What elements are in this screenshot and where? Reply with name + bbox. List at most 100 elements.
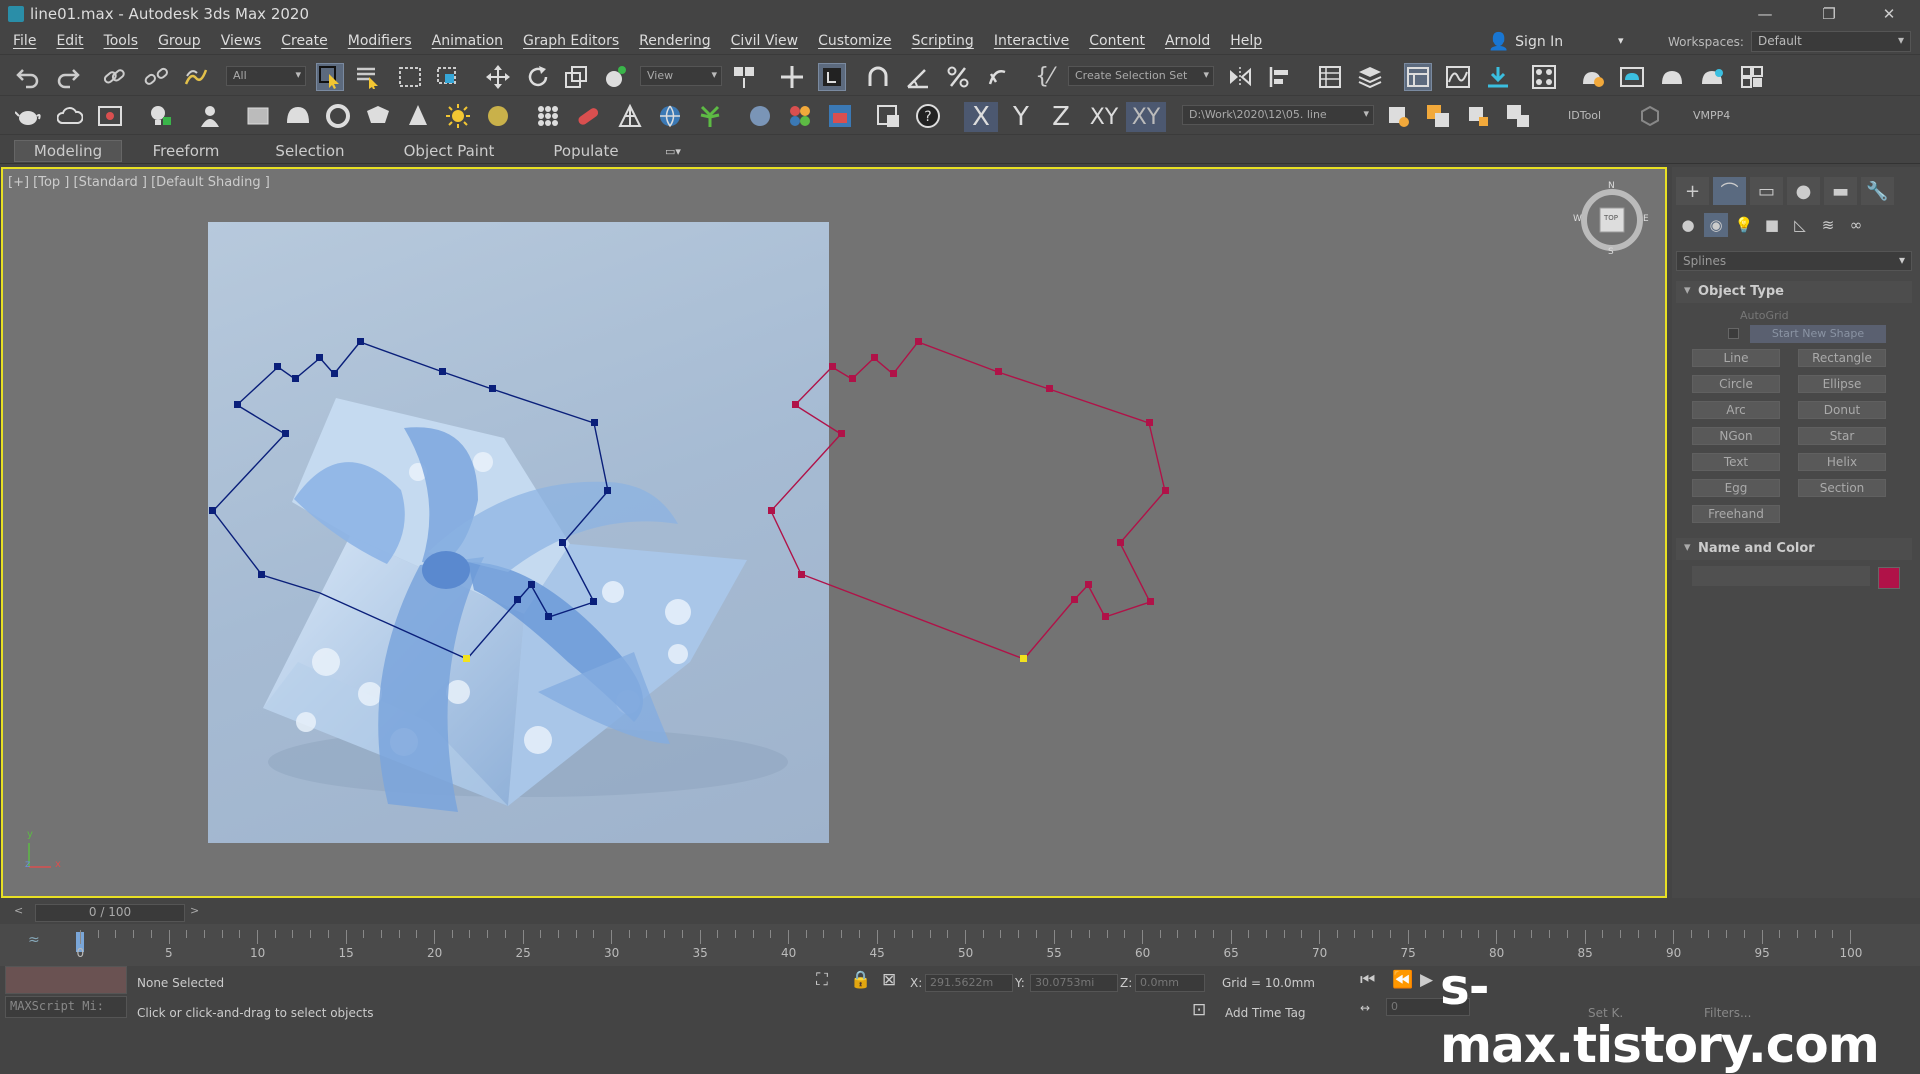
top-viewport[interactable]: [+] [Top ] [Standard ] [Default Shading … <box>1 167 1667 898</box>
axis-xy-button[interactable]: XY <box>1084 102 1124 132</box>
create-tab-icon[interactable]: + <box>1676 177 1709 205</box>
axis-xy-toggle-button[interactable]: XY <box>1126 102 1166 132</box>
absolute-mode-icon[interactable]: ⊠ <box>882 972 896 989</box>
render-setup-icon[interactable] <box>1578 63 1606 91</box>
viewcube[interactable]: TOP N S E W <box>1573 181 1649 257</box>
menu-scripting[interactable]: Scripting <box>902 33 984 49</box>
menu-modifiers[interactable]: Modifiers <box>338 33 422 49</box>
menu-edit[interactable]: Edit <box>46 33 93 49</box>
menu-views[interactable]: Views <box>211 33 272 49</box>
capsule-icon[interactable] <box>574 102 602 130</box>
curve-editor-mini-icon[interactable]: ≈ <box>28 932 40 948</box>
tab-object-paint[interactable]: Object Paint <box>390 140 508 162</box>
redo-icon[interactable] <box>54 63 82 91</box>
undo-icon[interactable] <box>14 63 42 91</box>
menu-tools[interactable]: Tools <box>94 33 149 49</box>
box-primitive-icon[interactable] <box>244 102 272 130</box>
particle-icon[interactable] <box>786 102 814 130</box>
name-and-color-rollout[interactable]: Name and Color <box>1676 538 1912 560</box>
workspaces-select[interactable]: Default <box>1751 31 1911 52</box>
array-icon[interactable] <box>534 102 562 130</box>
key-mode-icon[interactable]: ↔ <box>1360 1002 1370 1014</box>
tab-freeform[interactable]: Freeform <box>135 140 237 162</box>
x-coord-field[interactable]: 291.5622m <box>925 974 1013 992</box>
light-bulb-icon[interactable] <box>146 102 174 130</box>
shapes-category-icon[interactable]: ◉ <box>1704 213 1728 237</box>
helix-button[interactable]: Helix <box>1798 453 1886 471</box>
bind-spacewarp-icon[interactable] <box>182 63 210 91</box>
object-name-field[interactable] <box>1692 566 1870 586</box>
menu-animation[interactable]: Animation <box>422 33 513 49</box>
time-tag-icon[interactable]: ⊡ <box>1192 1002 1206 1019</box>
snap-toggle-icon[interactable] <box>864 63 892 91</box>
arc-button[interactable]: Arc <box>1692 401 1780 419</box>
modify-tab-icon[interactable]: ⌒ <box>1713 177 1746 205</box>
goto-start-icon[interactable]: ⏮ <box>1360 972 1375 989</box>
lights-category-icon[interactable]: 💡 <box>1732 213 1756 237</box>
select-by-name-icon[interactable] <box>354 63 382 91</box>
tab-populate[interactable]: Populate <box>540 140 632 162</box>
layer-explorer-icon[interactable] <box>1356 63 1384 91</box>
hedra-icon[interactable] <box>364 102 392 130</box>
menu-interactive[interactable]: Interactive <box>984 33 1079 49</box>
menu-create[interactable]: Create <box>271 33 338 49</box>
motion-tab-icon[interactable]: ● <box>1787 177 1820 205</box>
hexagon-icon[interactable] <box>1636 102 1664 130</box>
section-button[interactable]: Section <box>1798 479 1886 497</box>
line-button[interactable]: Line <box>1692 349 1780 367</box>
text-button[interactable]: Text <box>1692 453 1780 471</box>
sign-in-dropdown[interactable]: ▾ <box>1618 34 1624 47</box>
schematic-view-icon[interactable] <box>1484 63 1512 91</box>
helpers-category-icon[interactable]: ◺ <box>1788 213 1812 237</box>
teapot-icon[interactable] <box>14 102 42 130</box>
unlink-icon[interactable] <box>142 63 170 91</box>
edit-named-selection-icon[interactable]: {⁄ <box>1030 63 1058 91</box>
egg-button[interactable]: Egg <box>1692 479 1780 497</box>
object-type-rollout[interactable]: Object Type <box>1676 281 1912 303</box>
angle-snap-icon[interactable] <box>904 63 932 91</box>
axis-z-button[interactable]: Z <box>1044 102 1078 132</box>
star-button[interactable]: Star <box>1798 427 1886 445</box>
ribbon-toggle-icon[interactable] <box>1404 63 1432 91</box>
time-prev-icon[interactable]: < <box>14 904 23 917</box>
script-tool-2-icon[interactable] <box>1424 102 1452 130</box>
z-coord-field[interactable]: 0.0mm <box>1135 974 1205 992</box>
restore-button[interactable]: ❐ <box>1806 0 1852 28</box>
material-editor-icon[interactable] <box>1530 63 1558 91</box>
cloud-icon[interactable] <box>56 102 84 130</box>
ellipse-button[interactable]: Ellipse <box>1798 375 1886 393</box>
maxscript-input[interactable]: MAXScript Mi: <box>5 996 127 1018</box>
select-manipulate-icon[interactable] <box>778 63 806 91</box>
geometry-category-icon[interactable]: ● <box>1676 213 1700 237</box>
image-viewer-icon[interactable] <box>96 102 124 130</box>
percent-snap-icon[interactable] <box>944 63 972 91</box>
script-tool-1-icon[interactable] <box>1384 102 1412 130</box>
character-icon[interactable] <box>196 102 224 130</box>
spinner-snap-icon[interactable] <box>984 63 1012 91</box>
rectangular-selection-icon[interactable] <box>396 63 424 91</box>
start-new-shape-button[interactable]: Start New Shape <box>1750 325 1886 343</box>
prev-frame-icon[interactable]: ⏪ <box>1392 972 1413 989</box>
menu-file[interactable]: File <box>3 33 46 49</box>
selection-filter-dropdown[interactable]: All <box>226 66 306 86</box>
align-icon[interactable] <box>1266 63 1294 91</box>
donut-button[interactable]: Donut <box>1798 401 1886 419</box>
cameras-category-icon[interactable]: ■ <box>1760 213 1784 237</box>
start-new-shape-checkbox[interactable] <box>1728 328 1739 339</box>
menu-help[interactable]: Help <box>1220 33 1272 49</box>
pivot-center-icon[interactable] <box>730 63 758 91</box>
tab-selection[interactable]: Selection <box>260 140 360 162</box>
rotate-icon[interactable] <box>524 63 552 91</box>
vmpp-label[interactable]: VMPP4 <box>1693 109 1730 122</box>
select-object-icon[interactable] <box>316 63 344 91</box>
scale-icon[interactable] <box>562 63 590 91</box>
named-selection-dropdown[interactable]: Create Selection Set <box>1068 66 1214 86</box>
torus-icon[interactable] <box>324 102 352 130</box>
freehand-button[interactable]: Freehand <box>1692 505 1780 523</box>
menu-rendering[interactable]: Rendering <box>629 33 721 49</box>
play-icon[interactable]: ▶ <box>1420 972 1433 989</box>
curve-editor-icon[interactable] <box>1444 63 1472 91</box>
camera-icon[interactable] <box>874 102 902 130</box>
sky-dome-icon[interactable] <box>484 102 512 130</box>
display-tab-icon[interactable]: ▬ <box>1824 177 1857 205</box>
